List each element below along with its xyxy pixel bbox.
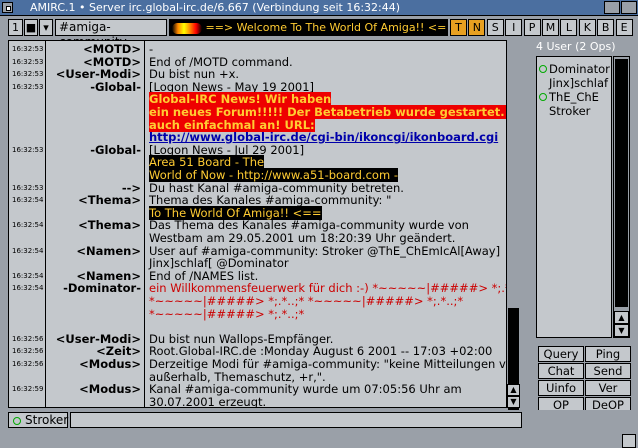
mode-toggle-i[interactable]: I (505, 19, 523, 36)
log-line: 30.07.2001 erzeugt. (9, 394, 509, 408)
mode-toggle-p[interactable]: P (523, 19, 541, 36)
user-list-item[interactable]: Stroker (539, 105, 621, 118)
userlist-scroll-thumb[interactable] (615, 59, 628, 307)
window-number[interactable]: 1 (8, 19, 23, 36)
user-list-item[interactable]: Dominator (539, 63, 611, 76)
mode-toggle-n[interactable]: N (468, 19, 486, 36)
mode-toggle-k[interactable]: K (578, 19, 596, 36)
window-title: AMIRC.1 • Server irc.global-irc.de/6.667… (30, 1, 401, 14)
status-dot-icon (13, 417, 21, 425)
user-nick: Jinx]schlaf (549, 76, 609, 90)
scroll-up-icon[interactable]: ▲ (507, 384, 520, 396)
chevron-down-icon[interactable]: ▾ (39, 19, 53, 36)
ver-button[interactable]: Ver (585, 380, 631, 396)
rainbow-gradient-icon (172, 22, 202, 34)
zoom-icon[interactable] (621, 1, 637, 14)
user-list[interactable]: Dominator Jinx]schlaf ThE_ChE Stroker (536, 56, 612, 338)
userlist-scrollbar[interactable]: ▲ ▼ (613, 56, 630, 338)
mode-toggle-m[interactable]: M (542, 19, 559, 36)
user-nick: Stroker (549, 104, 591, 118)
user-nick: Dominator (549, 62, 610, 76)
resize-icon[interactable] (622, 434, 636, 448)
ping-button[interactable]: Ping (585, 346, 631, 362)
mode-toggle-t[interactable]: T (450, 19, 467, 36)
mode-toggle-b[interactable]: B (597, 19, 615, 36)
mode-toggle-s[interactable]: S (486, 19, 504, 36)
scroll-up-icon[interactable]: ▲ (614, 311, 629, 324)
nick-button[interactable]: Stroker (8, 412, 68, 428)
log-text: 30.07.2001 erzeugt. (149, 394, 267, 408)
toolbar: 1 ■ ▾ #amiga-community ==> Welcome To Th… (0, 17, 638, 49)
chat-log[interactable]: 16:32:53 <MOTD> -16:32:53 <MOTD> End of /MOT… (8, 40, 520, 408)
message-input[interactable] (70, 412, 522, 428)
close-icon[interactable] (2, 2, 13, 13)
user-nick: ThE_ChE (549, 90, 599, 104)
send-button[interactable]: Send (585, 363, 631, 379)
user-count-header: 4 User (2 Ops) (536, 40, 616, 53)
input-bar: Stroker (0, 410, 638, 448)
user-list-item[interactable]: ThE_ChE (539, 91, 611, 104)
scroll-down-icon[interactable]: ▼ (507, 396, 520, 408)
uinfo-button[interactable]: Uinfo (538, 380, 584, 396)
stop-icon[interactable]: ■ (24, 19, 38, 36)
window-title-bar[interactable]: AMIRC.1 • Server irc.global-irc.de/6.667… (0, 0, 638, 16)
op-status-icon (539, 65, 547, 73)
depth-icon[interactable] (604, 1, 620, 14)
mode-toggle-l[interactable]: L (560, 19, 578, 36)
channel-selector[interactable]: #amiga-community (55, 19, 167, 49)
chat-button[interactable]: Chat (538, 363, 584, 379)
topic-text: ==> Welcome To The World Of Amiga!! <== (205, 21, 448, 34)
query-button[interactable]: Query (538, 346, 584, 362)
mode-toggle-e[interactable]: E (615, 19, 633, 36)
op-status-icon (539, 93, 547, 101)
topic-display[interactable]: ==> Welcome To The World Of Amiga!! <== (169, 19, 448, 36)
scroll-down-icon[interactable]: ▼ (614, 324, 629, 337)
user-list-item[interactable]: Jinx]schlaf (539, 77, 621, 90)
log-scrollbar[interactable]: ▲ ▼ (506, 40, 520, 416)
